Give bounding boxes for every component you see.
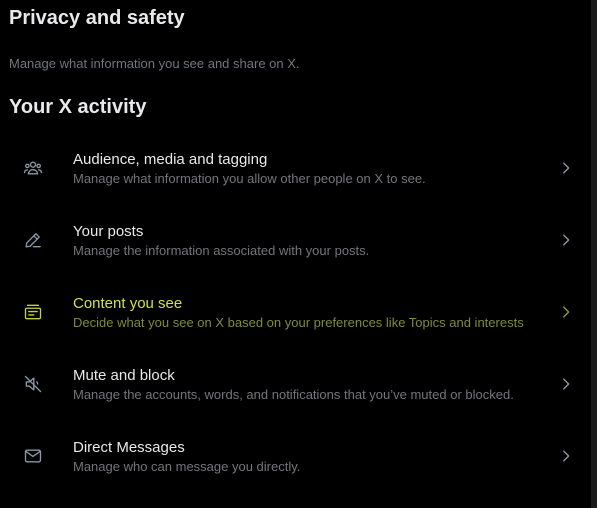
settings-menu: Audience, media and tagging Manage what …: [0, 132, 591, 492]
menu-item-direct-messages[interactable]: Direct Messages Manage who can message y…: [0, 420, 591, 492]
people-icon: [23, 158, 43, 178]
menu-item-title: Direct Messages: [73, 439, 185, 456]
section-title: Your X activity: [9, 96, 147, 118]
menu-item-description: Manage the information associated with y…: [73, 243, 370, 258]
scrollbar[interactable]: [591, 0, 597, 508]
chevron-right-icon: [557, 159, 575, 177]
menu-item-title: Your posts: [73, 223, 144, 240]
menu-item-description: Manage what information you allow other …: [73, 171, 426, 186]
privacy-and-safety-page: Privacy and safety Manage what informati…: [0, 0, 591, 508]
menu-item-description: Manage the accounts, words, and notifica…: [73, 387, 514, 402]
menu-item-mute-and-block[interactable]: Mute and block Manage the accounts, word…: [0, 348, 591, 420]
menu-item-content-you-see[interactable]: Content you see Decide what you see on X…: [0, 276, 591, 348]
pencil-icon: [23, 230, 43, 250]
content-icon: [23, 302, 43, 322]
envelope-icon: [23, 446, 43, 466]
page-subtitle: Manage what information you see and shar…: [9, 56, 300, 71]
mute-icon: [23, 374, 43, 394]
menu-item-description: Manage who can message you directly.: [73, 459, 301, 474]
menu-item-audience-media-tagging[interactable]: Audience, media and tagging Manage what …: [0, 132, 591, 204]
menu-item-title: Content you see: [73, 295, 183, 312]
menu-item-your-posts[interactable]: Your posts Manage the information associ…: [0, 204, 591, 276]
chevron-right-icon: [557, 303, 575, 321]
page-title: Privacy and safety: [9, 7, 185, 29]
chevron-right-icon: [557, 375, 575, 393]
menu-item-description: Decide what you see on X based on your p…: [73, 315, 524, 330]
chevron-right-icon: [557, 447, 575, 465]
menu-item-title: Mute and block: [73, 367, 175, 384]
chevron-right-icon: [557, 231, 575, 249]
menu-item-title: Audience, media and tagging: [73, 151, 268, 168]
